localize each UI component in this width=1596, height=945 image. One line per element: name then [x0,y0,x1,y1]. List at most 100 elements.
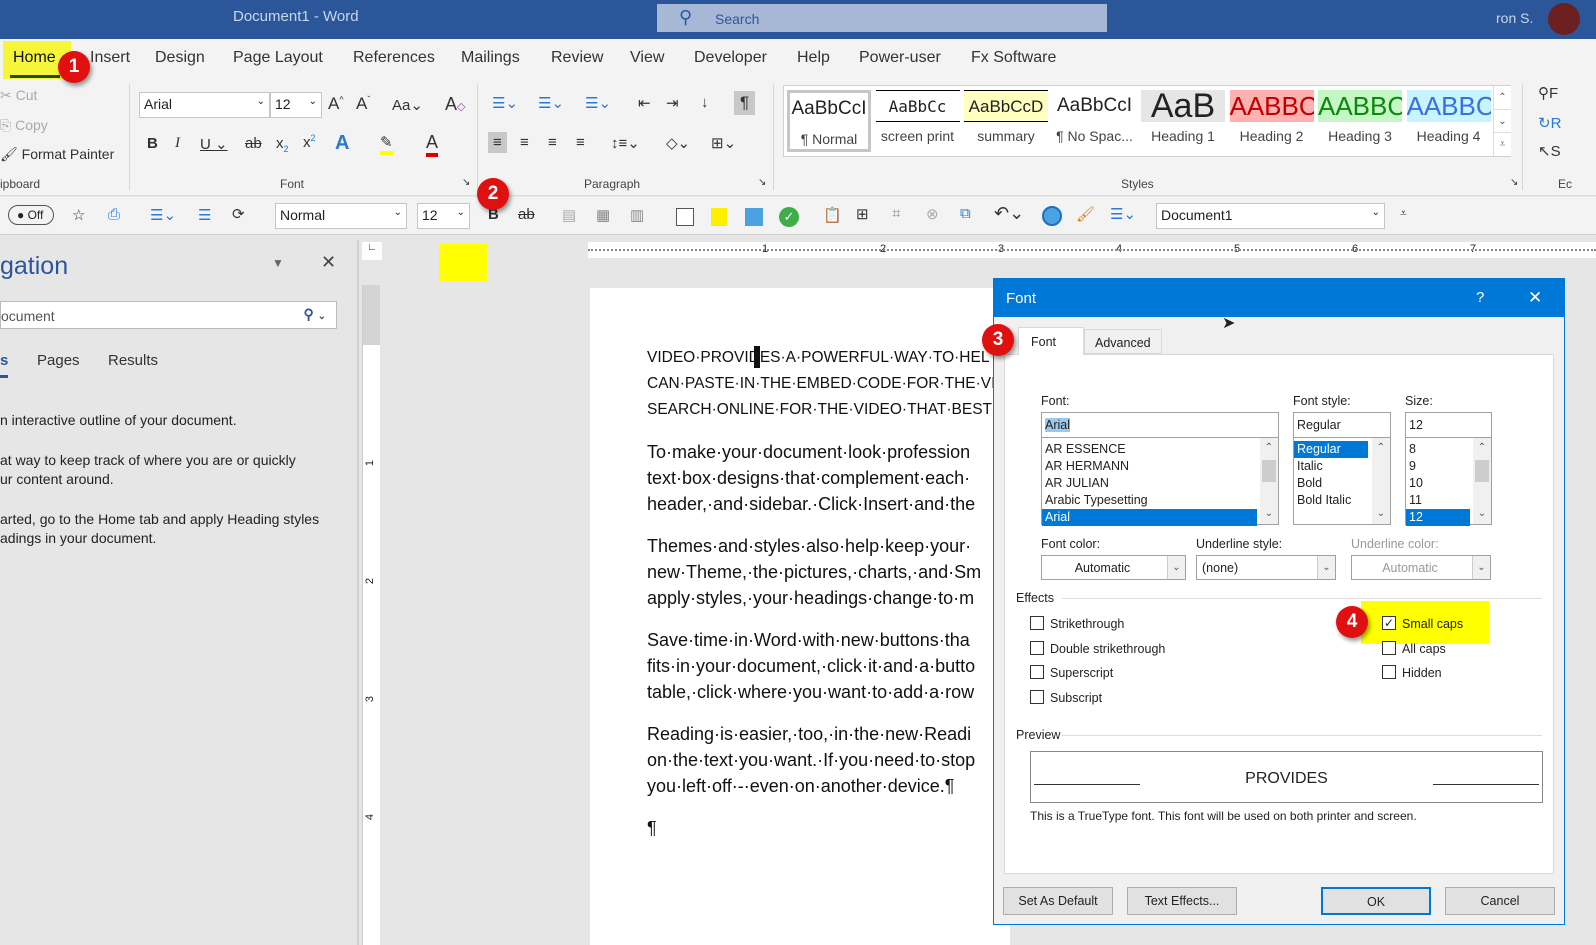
list-option[interactable]: Bold Italic [1294,492,1368,509]
table-icon[interactable]: ▦ [596,206,610,224]
show-formatting-marks-button[interactable]: ¶ [734,91,756,115]
font-input[interactable]: Arial [1041,412,1279,438]
effect-label[interactable]: Hidden [1402,666,1442,680]
checkbox-superscript[interactable] [1030,665,1044,679]
underline-style-select[interactable]: (none) ⌄ [1196,555,1336,580]
list-option[interactable]: 11 [1406,492,1470,509]
justify-icon[interactable]: ≡ [576,134,585,151]
checkbox-double-strikethrough[interactable] [1030,640,1044,655]
tab-pages[interactable]: Pages [37,352,80,369]
font-size-combo[interactable]: 12 ⌄ [270,92,322,118]
blue-swatch[interactable] [745,208,763,226]
list-option[interactable]: 9 [1406,458,1470,475]
align-left-icon[interactable]: ≡ [488,132,507,153]
format-brush-icon[interactable]: 🖌 [1076,205,1095,223]
size-list[interactable]: 8 9 10 11 12 ⌃ ⌄ [1405,437,1492,526]
copy-table-icon[interactable]: ▥ [630,206,644,224]
style-heading-2[interactable]: AABBC Heading 2 [1229,90,1314,152]
strikethrough-button[interactable]: ab [245,135,262,152]
font-color-select[interactable]: Automatic ⌄ [1041,555,1186,580]
tab-developer[interactable]: Developer [694,49,767,67]
dialog-title-bar[interactable]: Font ? ✕ [994,279,1564,317]
refresh-icon[interactable]: ⟳ [232,205,245,223]
increase-indent-icon[interactable]: ⇥ [666,94,679,112]
list-scrollbar[interactable]: ⌃ ⌄ [1372,438,1390,524]
list-option[interactable]: 8 [1406,441,1470,458]
tab-references[interactable]: References [353,49,435,67]
font-style-input[interactable]: Regular [1293,412,1391,438]
clear-formatting-icon[interactable]: A◇ [445,94,465,115]
checkbox-small-caps[interactable]: ✓ [1382,616,1396,630]
text-effects-icon[interactable]: A [335,132,349,155]
nav-options-icon[interactable]: ▼ [272,256,284,270]
list-option[interactable]: AR HERMANN [1042,458,1257,475]
replace-icon[interactable]: ↻R [1538,114,1561,132]
org-chart-icon[interactable]: ⧉ [960,205,971,222]
font-style-list[interactable]: Regular Italic Bold Bold Italic ⌃ ⌄ [1293,437,1391,525]
decrease-indent-icon[interactable]: ⇤ [638,94,651,112]
style-heading-1[interactable]: AaB Heading 1 [1141,90,1225,152]
size-combo[interactable]: 12 ⌄ [417,203,470,229]
check-icon[interactable]: ✓ [779,207,799,227]
paste-icon[interactable]: 📋 [823,206,842,224]
bullets-icon[interactable]: ☰⌄ [492,94,518,112]
copy-button[interactable]: ⎘ Copy [0,117,48,134]
styles-scroll[interactable]: ⌃ ⌄ ⩡ [1493,86,1511,156]
crop-icon[interactable]: ⌗ [892,205,900,222]
underline-color-select[interactable]: Automatic ⌄ [1351,555,1491,580]
tab-results[interactable]: Results [108,352,158,369]
comment-icon[interactable]: ▤ [562,206,576,224]
tab-selector[interactable]: ∟ [362,242,382,260]
list-option[interactable]: Italic [1294,458,1368,475]
search-box[interactable]: ⚲ Search [657,4,1107,32]
insert-table-icon[interactable]: ⊞ [856,205,869,223]
list-scrollbar[interactable]: ⌃ ⌄ [1473,438,1491,524]
wrap-icon[interactable]: ⊗ [926,205,939,223]
shrink-font-button[interactable]: Aˇ [356,94,370,114]
tab-home[interactable]: Home [13,49,56,67]
effect-label[interactable]: Subscript [1050,691,1102,705]
format-painter-button[interactable]: 🖌 Format Painter [0,146,114,163]
tab-font[interactable]: Font [1018,327,1084,355]
print-icon[interactable]: ⎙ [108,206,120,223]
pane-splitter[interactable] [357,240,359,945]
highlight-color-icon[interactable]: ✎ [380,133,393,155]
no-color-swatch[interactable] [676,208,694,226]
help-button[interactable]: ? [1476,289,1484,306]
tab-mailings[interactable]: Mailings [461,49,520,67]
checkbox-hidden[interactable] [1382,665,1396,679]
multilevel-list-icon[interactable]: ☰⌄ [585,94,611,112]
list-option[interactable]: Regular [1294,441,1368,458]
close-icon[interactable]: ✕ [321,252,336,273]
undo-icon[interactable]: ↶⌄ [994,203,1024,224]
effect-label[interactable]: Superscript [1050,666,1113,680]
grow-font-button[interactable]: A^ [328,94,344,114]
yellow-swatch[interactable] [711,208,727,226]
select-icon[interactable]: ↖S [1538,142,1561,160]
bookmark-icon[interactable]: ☆ [72,206,85,224]
tab-design[interactable]: Design [155,49,205,67]
italic-button[interactable]: I [175,135,180,152]
avatar[interactable] [1548,3,1580,35]
list-option[interactable]: AR JULIAN [1042,475,1257,492]
tab-view[interactable]: View [630,49,664,67]
checkbox-all-caps[interactable] [1382,640,1396,655]
font-color-icon[interactable]: A [426,132,439,157]
shading-icon[interactable]: ◇⌄ [666,134,690,152]
cancel-button[interactable]: Cancel [1445,887,1555,915]
list-option[interactable]: 10 [1406,475,1470,492]
user-name[interactable]: ron S. [1496,10,1533,26]
borders-icon[interactable]: ⊞⌄ [711,134,736,152]
tab-advanced[interactable]: Advanced [1084,329,1162,354]
checkbox-strikethrough[interactable] [1030,616,1044,630]
style-heading-4[interactable]: AABBC Heading 4 [1406,90,1491,152]
tab-help[interactable]: Help [797,49,830,67]
text-effects-button[interactable]: Text Effects... [1127,887,1237,915]
list-option[interactable]: Arabic Typesetting [1042,492,1257,509]
bold-button[interactable]: B [147,135,158,152]
style--no-spac-[interactable]: AaBbCcI ¶ No Spac... [1053,90,1137,152]
change-case-button[interactable]: Aa⌄ [392,96,423,114]
toggle-switch[interactable]: ● Off [8,205,54,225]
numbering-icon[interactable]: ☰⌄ [150,206,176,224]
list-scrollbar[interactable]: ⌃ ⌄ [1260,438,1278,524]
